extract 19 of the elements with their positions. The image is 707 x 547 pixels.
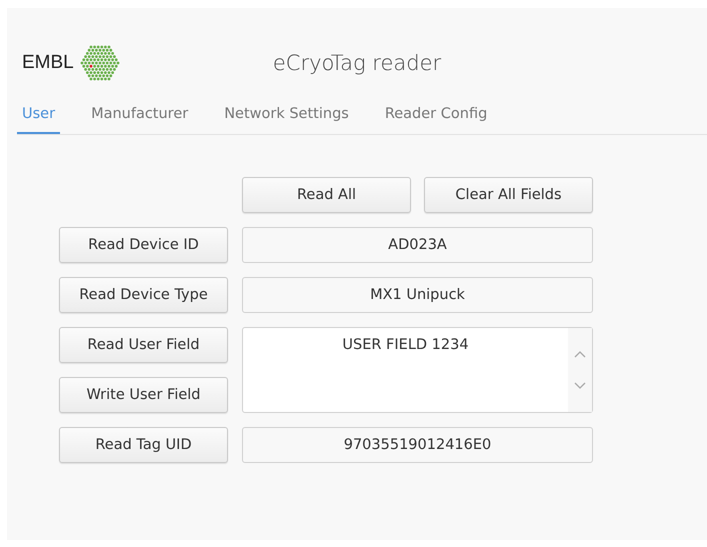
input-field[interactable]: 97035519012416E0 [242,427,593,463]
action-button[interactable]: Write User Field [59,377,228,413]
action-button[interactable]: Read User Field [59,327,228,363]
logo-text: EMBL [22,52,74,74]
action-button[interactable]: Read All [242,177,411,213]
input-field[interactable]: AD023A [242,227,593,263]
text-area-value: USER FIELD 1234 [341,336,470,353]
action-button[interactable]: Read Tag UID [59,427,228,463]
tab[interactable]: Reader Config [380,106,492,134]
tab[interactable]: Manufacturer [86,106,194,134]
action-button[interactable]: Read Device Type [59,277,228,313]
app-title: eCryoTag reader [272,51,442,75]
scroll-up-icon[interactable] [574,350,586,358]
text-area[interactable]: USER FIELD 1234 [242,327,593,413]
input-field[interactable]: MX1 Unipuck [242,277,593,313]
action-button[interactable]: Clear All Fields [424,177,593,213]
action-button[interactable]: Read Device ID [59,227,228,263]
scroll-down-icon[interactable] [574,382,586,390]
tab[interactable]: Network Settings [219,106,354,134]
